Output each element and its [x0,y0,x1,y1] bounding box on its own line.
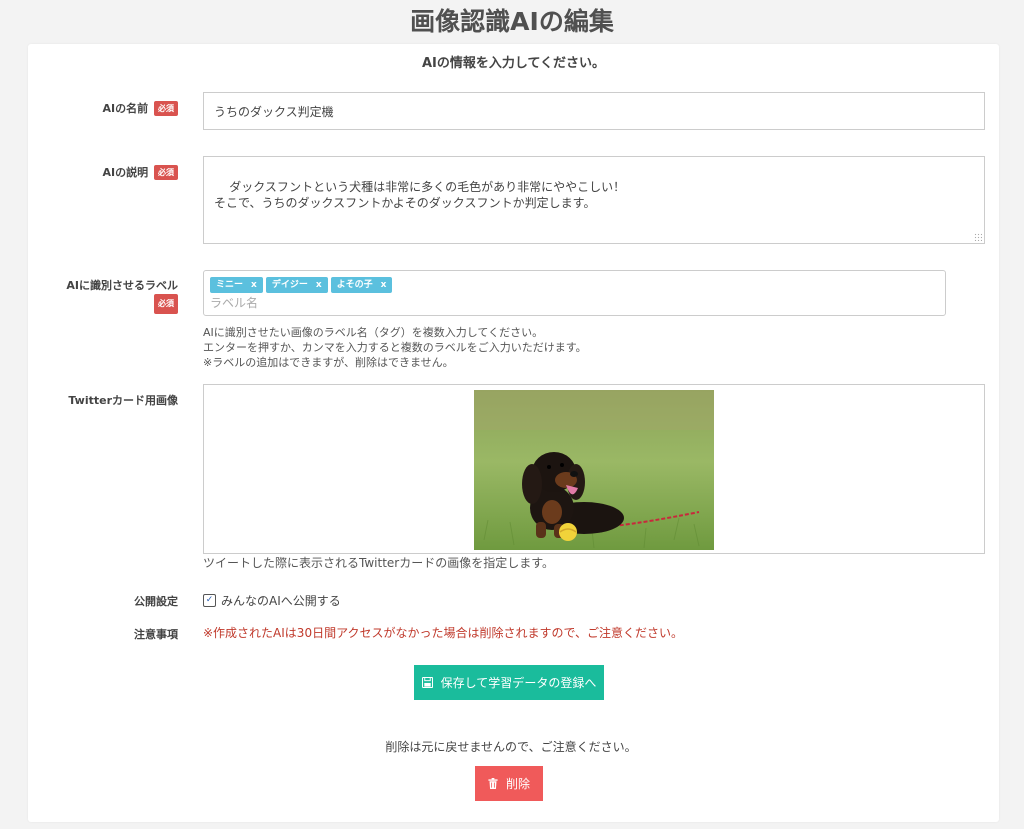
dog-photo [474,390,714,550]
label-tag-input-box[interactable]: ミニー x デイジー x よその子 x [203,270,946,316]
public-checkbox-label: みんなのAIへ公開する [221,594,341,608]
required-badge: 必須 [154,101,178,116]
delete-warning: 削除は元に戻せませんので、ご注意ください。 [385,740,637,754]
twitter-image-help: ツイートした際に表示されるTwitterカードの画像を指定します。 [203,556,555,570]
page-title: 画像認識AIの編集 [410,7,614,36]
ai-description-textarea[interactable]: ダックスフントという犬種は非常に多くの毛色があり非常にややこしい！ そこで、うち… [203,156,985,244]
tag-remove-button[interactable]: x [316,280,322,290]
public-checkbox[interactable]: ✓ [203,594,216,607]
tag-chip: ミニー x [210,277,263,293]
dog-photo-image [474,390,714,550]
twitter-image-label: Twitterカード用画像 [68,394,178,407]
save-and-register-button[interactable]: 保存して学習データの登録へ [414,665,604,700]
required-badge: 必須 [154,294,178,314]
required-badge: 必須 [154,165,178,180]
form-heading: AIの情報を入力してください。 [421,56,606,71]
tag-chip: よその子 x [330,277,393,293]
resize-handle[interactable] [974,233,982,241]
tag-remove-button[interactable]: x [381,280,387,290]
tag-chip: デイジー x [265,277,328,293]
ai-name-label: AIの名前 必須 [103,100,178,116]
labels-help-text: AIに識別させたい画像のラベル名（タグ）を複数入力してください。 エンターを押す… [203,326,587,369]
edit-form-card: AIの情報を入力してください。 AIの名前 必須 うちのダックス判定機 AIの説… [28,44,999,822]
visibility-label: 公開設定 [134,595,178,608]
trash-icon [488,778,498,789]
ai-labels-label: AIに識別させるラベル 必須 [66,278,178,314]
twitter-image-dropzone[interactable] [203,384,985,554]
caution-text: ※作成されたAIは30日間アクセスがなかった場合は削除されますので、ご注意くださ… [203,626,683,640]
caution-label: 注意事項 [134,628,178,641]
public-checkbox-row[interactable]: ✓ みんなのAIへ公開する [203,592,341,609]
ai-description-label: AIの説明 必須 [103,164,178,180]
floppy-disk-icon [421,677,433,688]
tag-remove-button[interactable]: x [251,280,257,290]
delete-button[interactable]: 削除 [475,766,543,801]
ai-name-input[interactable]: うちのダックス判定機 [203,92,985,130]
label-name-input[interactable] [210,296,610,310]
